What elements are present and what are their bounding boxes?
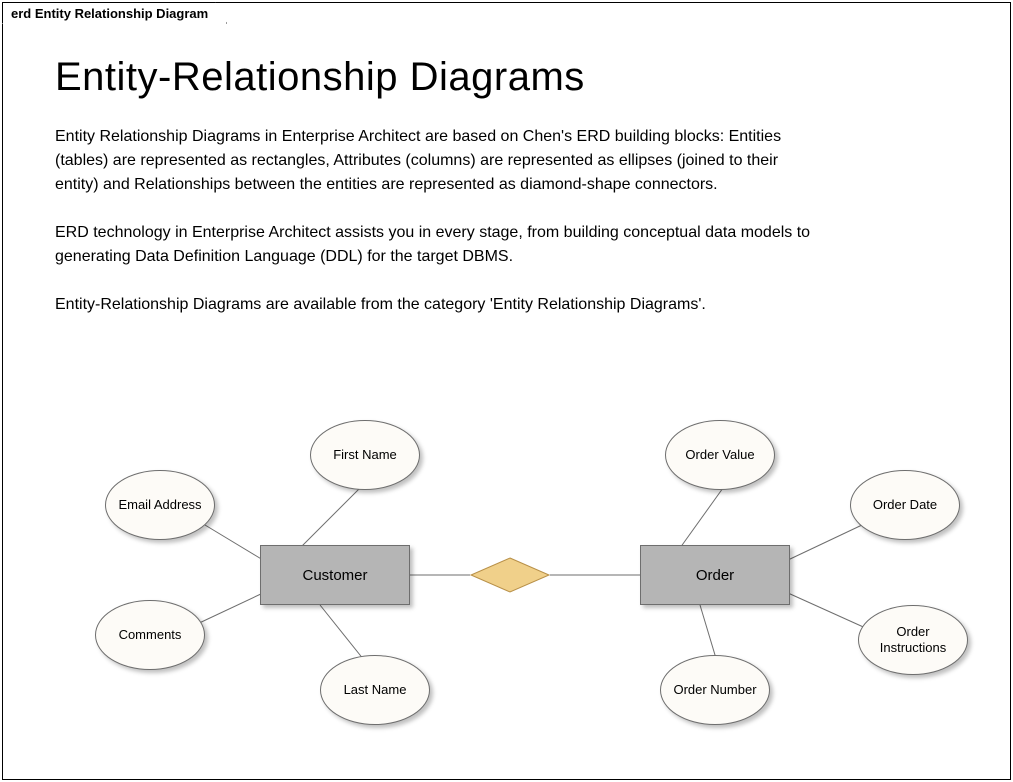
entity-customer[interactable]: Customer	[260, 545, 410, 605]
attribute-comments[interactable]: Comments	[95, 600, 205, 670]
attribute-email-address[interactable]: Email Address	[105, 470, 215, 540]
entity-order[interactable]: Order	[640, 545, 790, 605]
attribute-order-instructions[interactable]: Order Instructions	[858, 605, 968, 675]
attribute-first-name[interactable]: First Name	[310, 420, 420, 490]
attribute-last-name[interactable]: Last Name	[320, 655, 430, 725]
attribute-order-value[interactable]: Order Value	[665, 420, 775, 490]
relationship-diamond[interactable]	[470, 557, 550, 593]
attribute-order-date[interactable]: Order Date	[850, 470, 960, 540]
attribute-order-number[interactable]: Order Number	[660, 655, 770, 725]
